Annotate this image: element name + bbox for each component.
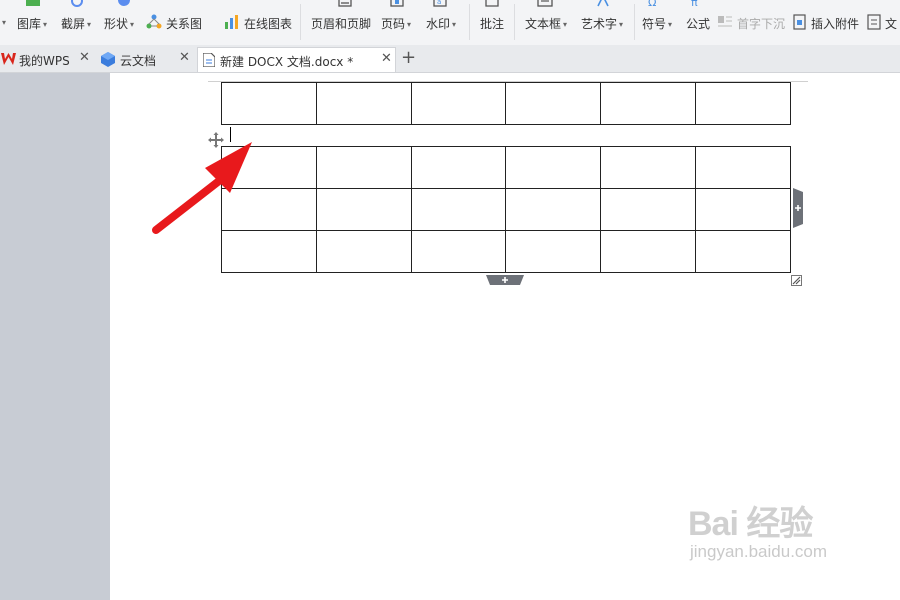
close-icon[interactable]: ✕ <box>381 51 392 66</box>
ribbon-separator <box>634 4 635 40</box>
watermark-brand: Bai 经验 <box>688 505 813 543</box>
screenshot-icon <box>71 0 83 7</box>
table-cell[interactable] <box>410 146 507 189</box>
table-cell[interactable] <box>505 82 602 125</box>
ribbon-separator <box>514 4 515 40</box>
dropdown-caret-icon: ▾ <box>452 20 457 29</box>
formula-icon: π <box>691 0 698 8</box>
art-text-label: 艺术字 <box>581 17 618 31</box>
header-footer-icon <box>338 0 352 7</box>
svg-text:Ω: Ω <box>648 0 656 8</box>
tab-my-wps[interactable]: 我的WPS ✕ <box>0 47 96 72</box>
gallery-label: 图库 <box>17 17 42 31</box>
red-pointer-arrow-icon <box>152 142 252 234</box>
wps-logo-icon <box>1 53 16 65</box>
table-cell[interactable] <box>695 82 791 125</box>
dropdown-caret-icon: ▾ <box>43 20 48 29</box>
watermark-url: jingyan.baidu.com <box>690 542 828 561</box>
table-cell[interactable] <box>695 230 791 273</box>
new-tab-button[interactable]: + <box>401 47 416 68</box>
table-cell[interactable] <box>315 230 412 273</box>
table-cell[interactable] <box>410 82 507 125</box>
close-icon[interactable]: ✕ <box>79 50 90 65</box>
ribbon-separator <box>469 4 470 40</box>
ribbon-separator <box>300 4 301 40</box>
relationship-chart-label: 关系图 <box>166 17 203 31</box>
page-number-icon <box>390 0 404 7</box>
table-cell[interactable] <box>315 146 412 189</box>
table-row <box>221 188 791 231</box>
table-top[interactable] <box>221 82 791 125</box>
tab-label: 云文档 <box>120 54 157 68</box>
table-row <box>221 230 791 273</box>
table-cell[interactable] <box>600 230 697 273</box>
table-cell[interactable] <box>315 188 412 231</box>
insert-attachment-label: 插入附件 <box>811 17 860 31</box>
shapes-label: 形状 <box>104 17 129 31</box>
table-cell[interactable] <box>505 230 602 273</box>
dropdown-caret-icon: ▾ <box>619 20 624 29</box>
relationship-chart-icon <box>146 14 162 29</box>
dropdown-caret-icon: ▾ <box>668 20 673 29</box>
tab-label: 我的WPS <box>19 54 70 68</box>
table-cell[interactable] <box>410 230 507 273</box>
tab-cloud-docs[interactable]: 云文档 ✕ <box>98 47 196 72</box>
document-page[interactable]: Bai 经验 jingyan.baidu.com <box>110 73 900 600</box>
document-part-icon <box>867 14 881 30</box>
ribbon-toolbar: ▾ 图库 ▾ 截屏 ▾ 形状 ▾ 关系图 在线图表 页眉和页脚 页码 ▾ a 水印 ▾ 批… <box>0 0 900 45</box>
cloud-doc-icon <box>101 52 115 67</box>
table-cell[interactable] <box>600 188 697 231</box>
drop-cap-icon <box>718 16 732 27</box>
online-chart-label: 在线图表 <box>244 17 293 31</box>
attachment-icon <box>793 14 806 30</box>
online-chart-icon <box>225 15 238 29</box>
close-icon[interactable]: ✕ <box>179 50 190 65</box>
text-box-label: 文本框 <box>525 17 562 31</box>
table-cell[interactable] <box>695 146 791 189</box>
document-icon <box>203 53 215 67</box>
dropdown-caret-icon: ▾ <box>87 20 92 29</box>
dropdown-caret-icon: ▾ <box>407 20 412 29</box>
comment-icon <box>485 0 499 7</box>
gallery-icon <box>26 0 40 6</box>
table-cell[interactable] <box>221 230 317 273</box>
dropdown-caret-icon: ▾ <box>130 20 135 29</box>
document-part-label: 文 <box>885 17 898 31</box>
tab-new-docx[interactable]: 新建 DOCX 文档.docx * ✕ <box>197 47 396 72</box>
table-cell[interactable] <box>505 188 602 231</box>
art-text-icon <box>597 0 609 7</box>
svg-text:π: π <box>691 0 698 8</box>
symbol-icon: Ω <box>648 0 656 8</box>
table-row <box>221 146 791 189</box>
table-cell[interactable] <box>695 188 791 231</box>
add-column-handle-icon[interactable] <box>791 188 805 228</box>
svg-text:a: a <box>437 0 441 6</box>
caret-icon: ▾ <box>2 18 7 27</box>
page-number-label: 页码 <box>381 17 406 31</box>
table-cell[interactable] <box>505 146 602 189</box>
drop-cap-label: 首字下沉 <box>737 17 786 31</box>
table-cell[interactable] <box>410 188 507 231</box>
table-main[interactable] <box>221 146 791 273</box>
table-resize-handle-icon[interactable] <box>791 275 802 286</box>
text-box-icon <box>537 0 553 7</box>
header-footer-label: 页眉和页脚 <box>311 17 372 31</box>
table-cell[interactable] <box>221 82 317 125</box>
document-workspace: Bai 经验 jingyan.baidu.com <box>0 73 900 600</box>
screenshot-label: 截屏 <box>61 17 86 31</box>
table-cell[interactable] <box>315 82 412 125</box>
shapes-icon <box>118 0 130 6</box>
add-row-handle-icon[interactable] <box>486 273 524 286</box>
watermark-label: 水印 <box>426 17 451 31</box>
table-row <box>221 82 791 125</box>
dropdown-caret-icon: ▾ <box>563 20 568 29</box>
formula-label: 公式 <box>686 17 711 31</box>
comment-label: 批注 <box>480 17 505 31</box>
tab-label: 新建 DOCX 文档.docx * <box>220 55 354 69</box>
table-cell[interactable] <box>600 146 697 189</box>
document-tab-bar: 我的WPS ✕ 云文档 ✕ 新建 DOCX 文档.docx * ✕ + <box>0 45 900 73</box>
symbol-label: 符号 <box>642 17 667 31</box>
table-cell[interactable] <box>600 82 697 125</box>
watermark-icon: a <box>433 0 447 7</box>
